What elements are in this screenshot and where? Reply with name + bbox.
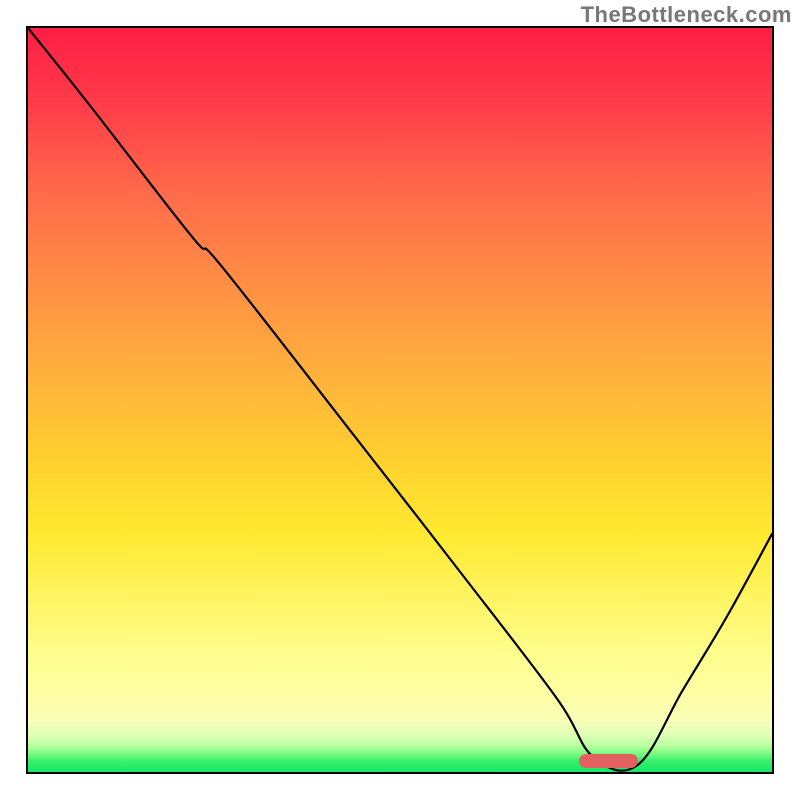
chart-optimal-marker xyxy=(579,754,639,768)
chart-series-line xyxy=(28,28,772,771)
chart-plot-area xyxy=(26,26,774,774)
chart-line-svg xyxy=(28,28,772,772)
attribution-text: TheBottleneck.com xyxy=(581,2,792,28)
